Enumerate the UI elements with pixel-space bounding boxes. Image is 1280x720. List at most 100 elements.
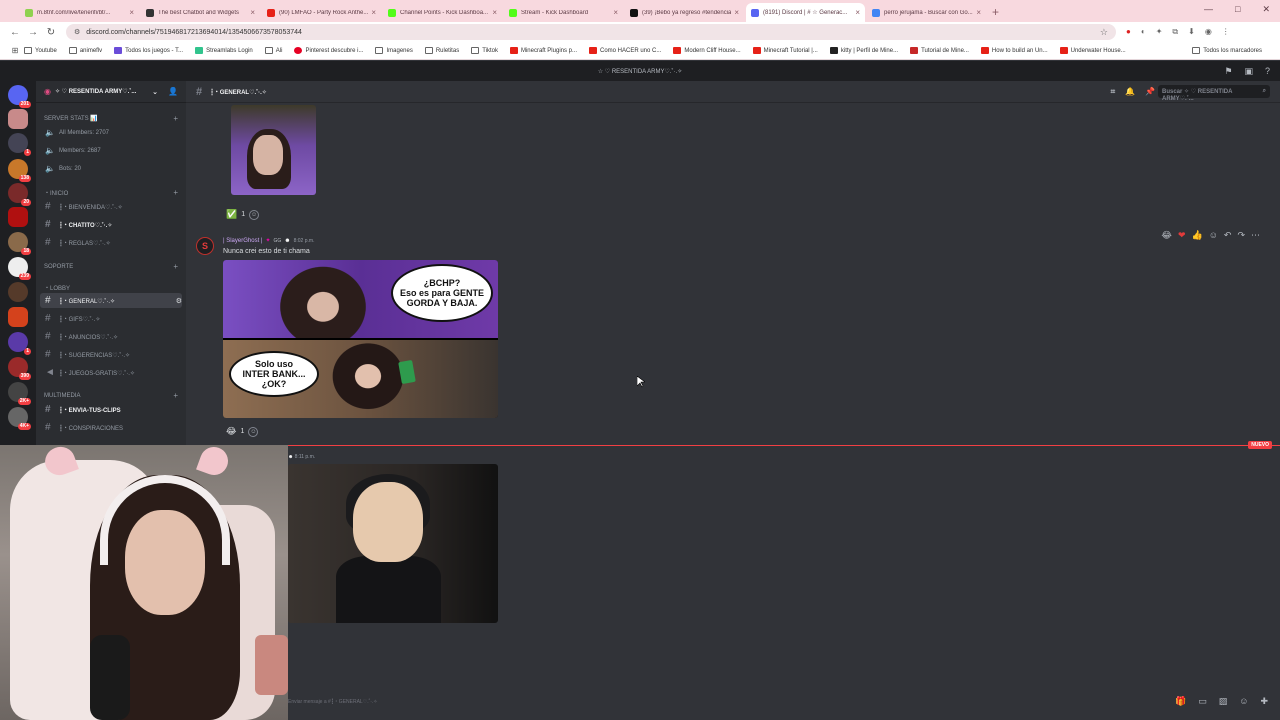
back-icon[interactable]: ← <box>6 27 24 38</box>
meme-image[interactable]: ¿BCHP? Eso es para GENTE GORDA Y BAJA. S… <box>223 260 498 418</box>
close-icon[interactable]: × <box>492 8 497 17</box>
server-icon[interactable] <box>8 109 28 129</box>
server-icon[interactable]: 390 <box>8 357 31 380</box>
bookmark-item[interactable]: Tutorial de Mine... <box>910 47 969 54</box>
server-icon[interactable]: 4K+ <box>8 407 31 430</box>
window-icon[interactable]: ▣ <box>1244 66 1253 77</box>
channel-conspiraciones[interactable]: # ┇・CONSPIRACIONES <box>40 420 182 435</box>
channel-general[interactable]: # ┇・GENERAL♡.˚·.✧ ⚙ <box>40 293 182 308</box>
profile-icon[interactable]: ◉ <box>1205 27 1212 37</box>
add-reaction-icon[interactable]: ☺ <box>248 426 259 437</box>
maximize-icon[interactable]: □ <box>1235 4 1240 15</box>
server-icon[interactable]: 1 <box>8 133 31 156</box>
bookmark-item[interactable]: Imagenes <box>375 47 413 54</box>
close-icon[interactable]: × <box>734 8 739 17</box>
opera-icon[interactable]: ● <box>1126 27 1131 37</box>
category-soporte[interactable]: SOPORTE + <box>44 262 178 271</box>
extension-icon[interactable]: ◐ <box>1141 27 1146 37</box>
bookmark-item[interactable]: How to build an Un... <box>980 47 1048 54</box>
channel-sugerencias[interactable]: # ┇・SUGERENCIAS♡.˚·.✧ <box>40 347 182 362</box>
close-icon[interactable]: × <box>129 8 134 17</box>
heart-reaction-icon[interactable]: ❤ <box>1178 230 1186 241</box>
channel-anuncios[interactable]: # ┇・ANUNCIOS♡.˚·.✧ <box>40 329 182 344</box>
server-icon[interactable]: 239 <box>8 257 31 280</box>
all-bookmarks[interactable]: Todos los marcadores <box>1192 47 1262 54</box>
close-icon[interactable]: × <box>855 8 860 17</box>
site-info-icon[interactable]: ⚙ <box>74 28 80 36</box>
help-icon[interactable]: ? <box>1265 66 1270 77</box>
inbox-icon[interactable]: ⚑ <box>1224 66 1232 77</box>
browser-tab[interactable]: Stream - Kick Dashboard × <box>504 3 623 22</box>
close-icon[interactable]: × <box>250 8 255 17</box>
category-lobby[interactable]: ・LOBBY <box>44 283 178 292</box>
menu-icon[interactable]: ⋮ <box>1222 27 1230 37</box>
stat-channel-all[interactable]: 🔈 All Members: 2707 <box>40 125 182 140</box>
bookmark-item[interactable]: Minecraft Tutorial |... <box>752 47 818 54</box>
server-icon[interactable] <box>8 307 28 327</box>
category-multimedia[interactable]: MULTIMEDIA + <box>44 391 178 400</box>
server-header[interactable]: ◉ ✧ ♡ RESENTIDA ARMY♡.˚... ⌄ 👤 <box>36 81 186 103</box>
stat-channel-bots[interactable]: 🔈 Bots: 20 <box>40 161 182 176</box>
message-composer[interactable]: Enviar mensaje a #┇・GENERAL♡.˚·.✧ 🎁 ▭ ▨ … <box>186 690 1280 720</box>
browser-tab[interactable]: (39) ¡Bebo ya regreso #tendencia... × <box>625 3 744 22</box>
threads-icon[interactable]: ⌗ <box>1111 87 1116 97</box>
reply-icon[interactable]: ↶ <box>1224 230 1232 241</box>
laugh-reaction-icon[interactable]: 😂 <box>1161 230 1172 241</box>
settings-icon[interactable]: ⚙ <box>176 297 182 305</box>
plus-icon[interactable]: + <box>173 391 178 400</box>
bookmark-item[interactable]: Como HACER uno C... <box>589 47 661 54</box>
extension-icon[interactable]: ✦ <box>1156 27 1163 37</box>
bookmark-star-icon[interactable]: ☆ <box>1100 27 1108 38</box>
browser-tab[interactable]: m.8tnf.com/live/tenerifi/bt/... × <box>20 3 139 22</box>
check-reaction-icon[interactable]: ✅ <box>226 209 237 220</box>
emoji-icon[interactable]: ☺ <box>1239 696 1248 707</box>
channel-chatito[interactable]: # ┇・CHATITO♡.˚·.✧ <box>40 217 182 232</box>
notification-bell-icon[interactable]: 🔔 <box>1125 87 1135 97</box>
plus-icon[interactable]: + <box>173 262 178 271</box>
reload-icon[interactable]: ↻ <box>42 27 60 38</box>
bookmark-item[interactable]: Ruletitas <box>424 47 459 54</box>
bookmark-item[interactable]: Ali <box>264 47 282 54</box>
forward-icon[interactable]: → <box>24 27 42 38</box>
username[interactable]: | SlayerGhost | <box>223 238 262 244</box>
chevron-down-icon[interactable]: ⌄ <box>152 88 158 96</box>
server-icon[interactable]: 138 <box>8 159 31 182</box>
message-image[interactable] <box>231 105 316 195</box>
browser-tab[interactable]: perro jerujama - Buscar con Go... × <box>867 3 986 22</box>
browser-tab[interactable]: The best Chatbot and Widgets × <box>141 3 260 22</box>
message-image[interactable] <box>288 464 498 623</box>
bookmark-item[interactable]: Underwater House... <box>1059 47 1126 54</box>
new-tab-icon[interactable]: + <box>992 5 999 19</box>
sticker-icon[interactable]: ▨ <box>1219 696 1228 707</box>
dm-home-icon[interactable]: 201 <box>8 85 31 108</box>
server-icon[interactable] <box>8 207 28 227</box>
invite-icon[interactable]: 👤 <box>168 87 178 96</box>
server-icon[interactable]: 20 <box>8 183 31 206</box>
avatar[interactable]: S <box>196 237 214 255</box>
browser-tab-active[interactable]: (8191) Discord | # ☆ Generac... × <box>746 3 865 22</box>
server-icon[interactable]: 2K+ <box>8 382 31 405</box>
search-input[interactable]: Buscar ✧ ♡ RESENTIDA ARMY♡.˚... ⌕ <box>1158 85 1270 102</box>
download-icon[interactable]: ⬇ <box>1188 27 1195 37</box>
browser-tab[interactable]: (90) LMFAO - Party Rock Anthe... × <box>262 3 381 22</box>
channel-reglas[interactable]: # ┇・REGLAS♡.˚·.✧ <box>40 235 182 250</box>
server-icon[interactable]: 18 <box>8 232 31 255</box>
close-icon[interactable]: × <box>976 8 981 17</box>
plus-icon[interactable]: + <box>173 188 178 197</box>
apps-icon[interactable]: ✚ <box>1260 696 1268 707</box>
channel-gifs[interactable]: # ┇・GIFS♡.˚·.✧ <box>40 311 182 326</box>
plus-icon[interactable]: + <box>173 114 178 123</box>
close-window-icon[interactable]: ✕ <box>1262 4 1270 15</box>
gift-icon[interactable]: 🎁 <box>1175 696 1186 707</box>
close-icon[interactable]: × <box>371 8 376 17</box>
browser-tab[interactable]: Channel Points - Kick Dashboa... × <box>383 3 502 22</box>
pin-icon[interactable]: 📌 <box>1145 87 1155 97</box>
gif-icon[interactable]: ▭ <box>1198 696 1207 707</box>
apps-icon[interactable]: ⊞ <box>6 46 24 55</box>
bookmark-item[interactable]: Tiktok <box>471 47 498 54</box>
more-icon[interactable]: ⋯ <box>1251 230 1260 241</box>
server-icon[interactable]: 1 <box>8 332 31 355</box>
bookmark-item[interactable]: Todos los juegos - T... <box>114 47 183 54</box>
category-server-stats[interactable]: SERVER STATS 📊 + <box>44 114 178 123</box>
bookmark-item[interactable]: Youtube <box>24 47 57 54</box>
